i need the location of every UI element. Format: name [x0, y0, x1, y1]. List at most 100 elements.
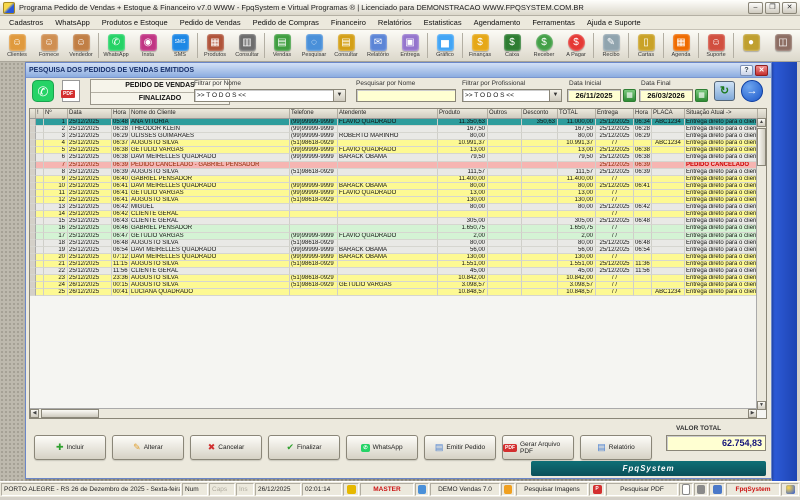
- toolbar-vendedor[interactable]: ☺ Vendedor: [65, 31, 97, 60]
- toolbar-a-pagar[interactable]: $ A Pagar: [560, 31, 592, 60]
- calendar-icon[interactable]: ▦: [695, 89, 708, 102]
- menu-financeiro[interactable]: Financeiro: [325, 18, 372, 27]
- gerar-arquivo-pdf-button[interactable]: PDF Gerar Arquivo PDF: [502, 435, 574, 460]
- minimize-button[interactable]: –: [748, 1, 763, 14]
- toolbar-sair[interactable]: ◫: [767, 31, 799, 60]
- table-row[interactable]: 20 25/12/2025 07:12 DAVI MEIRELLES QUADRADO…: [30, 253, 766, 261]
- toolbar-recibo[interactable]: ✎ Recibo: [595, 31, 627, 60]
- toolbar-consultar-produtos[interactable]: ▥ Consultar: [231, 31, 263, 60]
- toolbar-consultar-vendas[interactable]: ▤ Consultar: [330, 31, 362, 60]
- toolbar-vendas[interactable]: ▤ Vendas: [266, 31, 298, 60]
- whatsapp-icon[interactable]: ✆: [32, 80, 54, 102]
- menu-ajuda-e-suporte[interactable]: Ajuda e Suporte: [581, 18, 647, 27]
- menu-produtos-e-estoque[interactable]: Produtos e Estoque: [96, 18, 174, 27]
- table-row[interactable]: 1 25/12/2025 05:48 ANA VITORIA (99)99999-999…: [30, 119, 766, 127]
- table-row[interactable]: 2 25/12/2025 06:28 THEODOR KLEIN (99)99999-9…: [30, 126, 766, 134]
- toolbar-clientes[interactable]: ☺ Clientes: [1, 31, 33, 60]
- data-final-field[interactable]: 26/03/2026: [639, 89, 693, 102]
- table-row[interactable]: 5 25/12/2025 06:38 GETULIO VARGAS (99)99999-…: [30, 147, 766, 155]
- cell: / /: [596, 275, 634, 283]
- table-row[interactable]: 21 25/12/2025 11:15 AUGUSTO SILVA (51)98618-…: [30, 260, 766, 268]
- chevron-down-icon[interactable]: ▼: [333, 90, 345, 101]
- emitir-pedido-button[interactable]: ▤ Emitir Pedido: [424, 435, 496, 460]
- menu-pedido-de-vendas[interactable]: Pedido de Vendas: [174, 18, 247, 27]
- scroll-left-icon[interactable]: ◀: [30, 409, 39, 418]
- toolbar-pesquisar[interactable]: ◌ Pesquisar: [298, 31, 330, 60]
- menu-cadastros[interactable]: Cadastros: [3, 18, 49, 27]
- scroll-down-icon[interactable]: ▼: [757, 401, 766, 410]
- toolbar-fornecedor[interactable]: ☺ Fornece: [33, 31, 65, 60]
- table-row[interactable]: 13 25/12/2025 06:42 MIGUEL 80,00 80,00 25/12/2…: [30, 204, 766, 212]
- scroll-up-icon[interactable]: ▲: [757, 118, 766, 127]
- horizontal-scrollbar[interactable]: ◀ ▶: [30, 408, 757, 418]
- table-row[interactable]: 25 26/12/2025 00:41 LUCIANA QUADRADO 10.848,…: [30, 289, 766, 297]
- calendar-icon[interactable]: ▦: [623, 89, 636, 102]
- refresh-button[interactable]: ↻: [714, 81, 735, 101]
- toolbar-financas[interactable]: $ Finanças: [464, 31, 496, 60]
- search-input[interactable]: [356, 89, 456, 102]
- toolbar-sms[interactable]: SMS SMS: [164, 31, 196, 60]
- horizontal-scroll-thumb[interactable]: [41, 409, 99, 418]
- menu-ferramentas[interactable]: Ferramentas: [526, 18, 581, 27]
- cancelar-button[interactable]: ✖ Cancelar: [190, 435, 262, 460]
- toolbar-agenda[interactable]: ▦ Agenda: [665, 31, 697, 60]
- table-row[interactable]: 11 25/12/2025 06:41 GETULIO VARGAS (99)99999…: [30, 189, 766, 198]
- menu-relat-rios[interactable]: Relatórios: [372, 18, 418, 27]
- table-row[interactable]: 4 25/12/2025 06:37 AUGUSTO SILVA (51)98618-0…: [30, 140, 766, 148]
- go-button[interactable]: →: [741, 80, 763, 102]
- alterar-button[interactable]: ✎ Alterar: [112, 435, 184, 460]
- table-row[interactable]: 23 25/12/2025 23:36 AUGUSTO SILVA (51)98618-…: [30, 275, 766, 283]
- data-inicial-field[interactable]: 26/11/2025: [567, 89, 621, 102]
- toolbar-cartas[interactable]: ▯ Cartas: [630, 31, 662, 60]
- toolbar-receber[interactable]: $ Receber: [528, 31, 560, 60]
- table-row[interactable]: 22 25/12/2025 11:56 CLIENTE GERAL 45,00 45,00…: [30, 267, 766, 276]
- table-row[interactable]: 6 25/12/2025 06:38 DAVI MEIRELLES QUADRADO(…: [30, 154, 766, 162]
- incluir-button[interactable]: ✚ Incluir: [34, 435, 106, 460]
- restore-button[interactable]: ❐: [765, 1, 780, 14]
- menu-whatsapp[interactable]: WhatsApp: [49, 18, 96, 27]
- table-row[interactable]: 15 25/12/2025 06:43 CLIENTE GERAL 305,00 305,…: [30, 218, 766, 226]
- help-button[interactable]: ?: [740, 64, 753, 76]
- table-row[interactable]: 9 25/12/2025 06:40 GABRIEL PENSADOR 11.400,0…: [30, 175, 766, 183]
- toolbar-whatsapp[interactable]: ✆ WhatsApp: [100, 31, 132, 60]
- filtrar-por-profissional-combo[interactable]: >> T O D O S << ▼: [462, 89, 562, 102]
- cell: (51)98618-0929: [290, 260, 338, 268]
- menu-agendamento[interactable]: Agendamento: [468, 18, 527, 27]
- vertical-scroll-thumb[interactable]: [757, 128, 766, 166]
- table-row[interactable]: 18 25/12/2025 06:48 AUGUSTO SILVA (51)98618-…: [30, 239, 766, 247]
- whatsapp-button[interactable]: ✆ WhatsApp: [346, 435, 418, 460]
- table-row[interactable]: 8 25/12/2025 06:39 AUGUSTO SILVA (51)98618-0…: [30, 168, 766, 176]
- toolbar-suporte[interactable]: ☺ Suporte: [700, 31, 732, 60]
- table-row[interactable]: 12 25/12/2025 06:41 AUGUSTO SILVA (51)98618-…: [30, 197, 766, 205]
- menu-estatisticas[interactable]: Estatisticas: [418, 18, 468, 27]
- caixa-icon: $: [503, 33, 521, 51]
- filtrar-por-nome-combo[interactable]: >> T O D O S << ▼: [194, 89, 346, 102]
- toolbar-moeda[interactable]: ●: [735, 31, 767, 60]
- relatorio-button[interactable]: ▤ Relatório: [580, 435, 652, 460]
- table-row[interactable]: 10 25/12/2025 06:41 DAVI MEIRELLES QUADRADO…: [30, 182, 766, 190]
- toolbar-instagram[interactable]: ◉ Insta: [132, 31, 164, 60]
- table-row[interactable]: 16 25/12/2025 06:46 GABRIEL PENSADOR 1.650,7…: [30, 225, 766, 233]
- inner-close-button[interactable]: ✕: [755, 64, 768, 76]
- table-row[interactable]: 14 25/12/2025 06:42 CLIENTE GERAL / / Entrega…: [30, 211, 766, 219]
- cell: 25/12/2025: [596, 154, 634, 162]
- vertical-scrollbar[interactable]: ▲ ▼: [756, 118, 766, 410]
- table-row[interactable]: 7 25/12/2025 06:39 PEDIDO CANCELADO - GABRI…: [30, 161, 766, 169]
- toolbar-entrega[interactable]: ▣ Entrega: [394, 31, 426, 60]
- menu-pedido-de-compras[interactable]: Pedido de Compras: [247, 18, 325, 27]
- finalizar-button[interactable]: ✔ Finalizar: [268, 435, 340, 460]
- table-row[interactable]: 3 25/12/2025 06:29 ULISSES GUIMARAES (99)999…: [30, 133, 766, 141]
- toolbar-produtos[interactable]: ▦ Produtos: [199, 31, 231, 60]
- toolbar-grafico[interactable]: ▅ Gráfico: [429, 31, 461, 60]
- pdf-icon[interactable]: PDF: [61, 80, 80, 102]
- scroll-right-icon[interactable]: ▶: [748, 409, 757, 418]
- table-row[interactable]: 17 25/12/2025 06:47 GETULIO VARGAS (99)99999…: [30, 232, 766, 240]
- toolbar-relatorio[interactable]: ✉ Relatório: [362, 31, 394, 60]
- table-row[interactable]: 24 26/12/2025 00:15 AUGUSTO SILVA (51)98618-…: [30, 282, 766, 290]
- close-button[interactable]: ✕: [782, 1, 797, 14]
- table-row[interactable]: 19 25/12/2025 06:54 DAVI MEIRELLES QUADRADO…: [30, 246, 766, 254]
- cartas-icon: ▯: [637, 33, 655, 51]
- cell: [338, 140, 438, 148]
- chevron-down-icon[interactable]: ▼: [549, 90, 561, 101]
- toolbar-caixa[interactable]: $ Caixa: [496, 31, 528, 60]
